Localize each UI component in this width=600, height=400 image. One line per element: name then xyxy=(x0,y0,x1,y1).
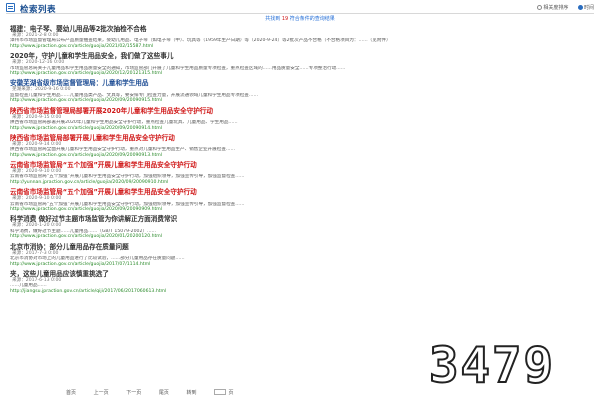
result-item: 云南省市场监管局“五个加强”开展儿童和学生用品安全守护行动 来源：2020-9-1… xyxy=(10,161,600,186)
summary-prefix: 共找到 xyxy=(265,16,281,22)
result-item: 北京市消协：部分儿童用品存在质量问题 来源：2017-7-3 0:00 北京市消协对… xyxy=(10,243,600,268)
sort-related-radio[interactable] xyxy=(537,5,543,10)
result-title-link[interactable]: 福建：电子琴、婴幼儿用品等2批次抽检不合格 xyxy=(10,25,600,33)
first-page-link[interactable]: 首页 xyxy=(66,390,76,396)
result-item: 安徽芜湖省级市场监督管理局：儿童和学生用品 芜湖来源：2020-9-16 0:00… xyxy=(10,79,600,104)
result-title-link[interactable]: 云南省市场监管局“五个加强”开展儿童和学生用品安全守护行动 xyxy=(10,161,600,169)
result-item: 云南省市场监管局“五个加强”开展儿童和学生用品安全守护行动 来源：2020-9-1… xyxy=(10,188,600,213)
sort-time-radio[interactable] xyxy=(577,5,583,10)
result-title-link[interactable]: 2020年，守护儿童和学生用品安全，我们做了这些事儿 xyxy=(10,52,600,60)
last-page-link[interactable]: 尾页 xyxy=(159,390,169,396)
result-title-link[interactable]: 安徽芜湖省级市场监督管理局：儿童和学生用品 xyxy=(10,79,600,87)
results-list: 福建：电子琴、婴幼儿用品等2批次抽检不合格 来源：2021-2-8 0:00 漳州市… xyxy=(10,25,600,297)
prev-page-link[interactable]: 上一页 xyxy=(94,390,109,396)
result-url-link[interactable]: http://www.jpraction.gov.cn/article/guoj… xyxy=(10,207,600,213)
overlay-number: 3479 xyxy=(428,337,556,394)
result-url-link[interactable]: http://www.jpraction.gov.cn/article/guoj… xyxy=(10,153,600,159)
next-page-link[interactable]: 下一页 xyxy=(126,390,141,396)
page-title: 检索列表 xyxy=(20,5,57,15)
sort-options: 相关度排序 时间 xyxy=(529,4,594,11)
result-title-link[interactable]: 陕西省市场监管局部署开展儿童和学生用品安全守护行动 xyxy=(10,134,600,142)
result-url-link[interactable]: http://www.jpraction.gov.cn/article/guoj… xyxy=(10,126,600,132)
result-url-link[interactable]: http://www.jpraction.gov.cn/article/guoj… xyxy=(10,98,600,104)
result-item: 2020年，守护儿童和学生用品安全，我们做了这些事儿 来源：2020-12-16 … xyxy=(10,52,600,77)
result-item: 夹，这些儿童用品应该慎重挑选了 来源：2017-6-13 0:00 ……儿童用品……… xyxy=(10,270,600,295)
result-url-link[interactable]: http://www.jpraction.gov.cn/article/guoj… xyxy=(10,71,600,77)
list-header: 检索列表 相关度排序 时间 xyxy=(6,2,594,15)
pagination: 首页 上一页 下一页 尾页 转到页 xyxy=(66,389,265,396)
result-summary: 共找到 19 符合条件的查询结果 xyxy=(0,15,600,22)
result-item: 陕西省市场监管局部署开展儿童和学生用品安全守护行动 来源：2020-9-14 0:… xyxy=(10,134,600,159)
sort-related-label[interactable]: 相关度排序 xyxy=(543,5,568,11)
result-item: 科学消费 做好过节主题市场监管为你讲解正方面消费常识 来源：2020-1-20 0… xyxy=(10,215,600,240)
summary-suffix: 符合条件的查询结果 xyxy=(289,16,335,22)
goto-label: 转到页 xyxy=(186,389,234,396)
result-title-link[interactable]: 科学消费 做好过节主题市场监管为你讲解正方面消费常识 xyxy=(10,215,600,223)
result-title-link[interactable]: 陕西省市场监督管理局部署开展2020年儿童和学生用品安全守护行动 xyxy=(10,107,600,115)
result-url-link[interactable]: http://www.jpraction.gov.cn/article/guoj… xyxy=(10,44,600,50)
result-title-link[interactable]: 北京市消协：部分儿童用品存在质量问题 xyxy=(10,243,600,251)
result-url-link[interactable]: http://yunnan.jpraction.gov.cn/article/g… xyxy=(10,180,600,186)
list-icon xyxy=(6,3,15,12)
result-url-link[interactable]: http://www.jpraction.gov.cn/article/guoj… xyxy=(10,262,600,268)
result-url-link[interactable]: http://jiangsu.jpraction.gov.cn/article/… xyxy=(10,289,600,295)
result-title-link[interactable]: 云南省市场监管局“五个加强”开展儿童和学生用品安全守护行动 xyxy=(10,188,600,196)
page-number-input[interactable] xyxy=(214,389,227,395)
result-item: 陕西省市场监督管理局部署开展2020年儿童和学生用品安全守护行动 来源：2020-… xyxy=(10,107,600,132)
result-count: 19 xyxy=(281,16,289,22)
result-title-link[interactable]: 夹，这些儿童用品应该慎重挑选了 xyxy=(10,270,600,278)
result-item: 福建：电子琴、婴幼儿用品等2批次抽检不合格 来源：2021-2-8 0:00 漳州市… xyxy=(10,25,600,50)
sort-time-label[interactable]: 时间 xyxy=(584,5,594,11)
result-url-link[interactable]: http://www.jpraction.gov.cn/article/guoj… xyxy=(10,234,600,240)
